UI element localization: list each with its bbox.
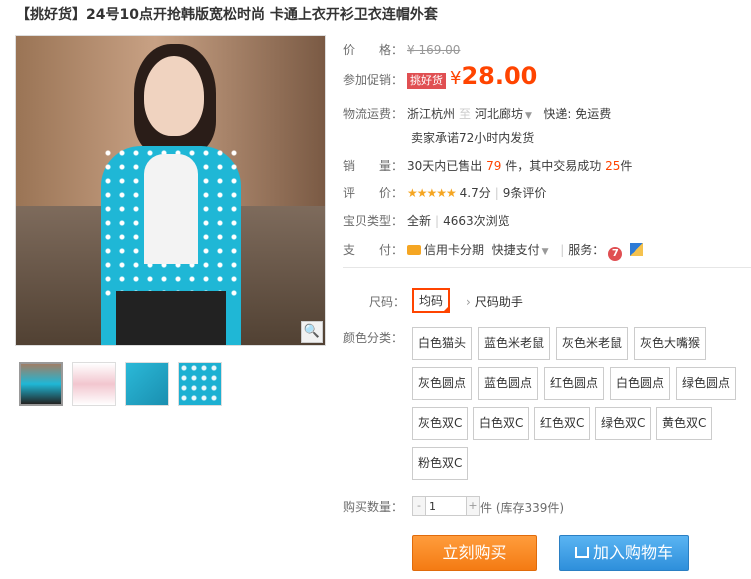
size-option-selected[interactable]: 均码 [412,288,451,313]
price-row: 价 格： ¥ 169.00 [343,41,460,58]
rating-row: 评 价： ★★★★★ 4.7分 | 9条评价 [343,184,546,201]
rating-label: 评 价： [343,186,404,200]
original-price: ¥ 169.00 [407,43,461,57]
rating-stars-icon: ★★★★★ [407,186,457,200]
thumbnail-strip [19,362,222,406]
quantity-increase-button[interactable]: + [467,497,479,515]
ship-sep: 至 [459,107,472,121]
type-sep: | [435,214,440,228]
color-option[interactable]: 白色双C [473,407,530,440]
shipping-label: 物流运费： [343,107,404,121]
credit-installment[interactable]: 信用卡分期 [424,243,484,257]
sales-mid: 件，其中交易成功 [505,159,602,173]
promo-label: 参加促销： [343,73,404,87]
sales-suffix: 件 [620,159,633,173]
item-condition: 全新 [407,214,432,228]
stock-info: 件 (库存339件) [480,501,565,515]
color-option[interactable]: 灰色米老鼠 [556,327,629,360]
add-to-cart-button[interactable]: 加入购物车 [559,535,689,571]
quantity-decrease-button[interactable]: - [413,497,425,515]
add-to-cart-label: 加入购物车 [592,543,673,562]
ship-to[interactable]: 河北廊坊 [475,107,523,121]
quick-pay[interactable]: 快捷支付 [492,243,540,257]
color-option[interactable]: 黄色双C [656,407,713,440]
color-option[interactable]: 红色圆点 [544,367,605,400]
payment-label: 支 付： [343,243,404,257]
divider [343,267,751,268]
color-option[interactable]: 蓝色米老鼠 [478,327,551,360]
thumbnail-3[interactable] [125,362,169,406]
quantity-label: 购买数量： [343,500,404,514]
zoom-icon[interactable]: 🔍 [301,321,323,343]
credit-card-icon [407,245,421,255]
color-label: 颜色分类： [343,331,404,345]
size-help-label: 尺码助手 [474,295,523,309]
sold-count: 79 [486,159,502,173]
rating-score: 4.7分 [459,186,491,200]
service-label: 服务： [568,243,605,257]
color-option[interactable]: 绿色圆点 [676,367,737,400]
sales-prefix: 30天内已售出 [407,159,483,173]
color-option[interactable]: 红色双C [534,407,591,440]
main-product-image[interactable]: 🔍 [15,35,326,346]
color-option[interactable]: 蓝色圆点 [478,367,539,400]
shipping-fee: 快递: 免运费 [543,107,612,121]
model-shirt [144,154,198,264]
cart-icon [574,547,589,558]
view-count: 4663次浏览 [443,214,510,228]
size-label: 尺码： [369,295,406,309]
rating-sep: | [494,186,499,200]
guarantee-icon[interactable] [630,243,644,256]
quantity-stepper: - + [412,496,480,516]
promo-price: 28.00 [461,62,538,90]
sales-label: 销 量： [343,159,404,173]
promo-yen: ¥ [450,68,462,89]
color-option[interactable]: 绿色双C [595,407,652,440]
product-title: 【挑好货】24号10点开抢韩版宽松时尚 卡通上衣开衫卫衣连帽外套 [16,7,438,23]
chevron-down-icon[interactable]: ▼ [542,247,549,257]
payment-row: 支 付： 信用卡分期 快捷支付 ▼ | 服务： 7 [343,241,644,261]
color-option[interactable]: 粉色双C [412,447,469,480]
promo-badge: 挑好货 [407,72,446,89]
model-face [144,56,204,136]
thumbnail-1[interactable] [19,362,63,406]
thumbnail-2[interactable] [72,362,116,406]
promo-row: 参加促销： 挑好货 ¥28.00 [343,62,537,90]
quantity-input[interactable] [425,497,467,515]
color-option[interactable]: 白色猫头 [412,327,473,360]
type-label: 宝贝类型： [343,214,404,228]
thumbnail-4[interactable] [178,362,222,406]
success-count: 25 [605,159,621,173]
chevron-down-icon[interactable]: ▼ [525,111,532,121]
chevron-right-icon: › [466,295,471,309]
price-label: 价 格： [343,43,404,57]
shipping-row: 物流运费： 浙江杭州至河北廊坊 ▼ 快递: 免运费 [343,105,611,122]
color-option[interactable]: 灰色圆点 [412,367,473,400]
ship-promise: 卖家承诺72小时内发货 [411,131,535,145]
sales-row: 销 量： 30天内已售出 79 件，其中交易成功 25件 [343,157,632,174]
color-option[interactable]: 灰色双C [412,407,469,440]
seven-day-return-icon[interactable]: 7 [608,247,623,261]
size-help-link[interactable]: › 尺码助手 [466,293,523,310]
model-pants [116,291,226,345]
buy-now-button[interactable]: 立刻购买 [412,535,537,571]
review-count[interactable]: 9条评价 [503,186,547,200]
color-option[interactable]: 灰色大嘴猴 [634,327,707,360]
color-option[interactable]: 白色圆点 [610,367,671,400]
ship-from: 浙江杭州 [407,107,456,121]
type-row: 宝贝类型： 全新 | 4663次浏览 [343,212,510,229]
